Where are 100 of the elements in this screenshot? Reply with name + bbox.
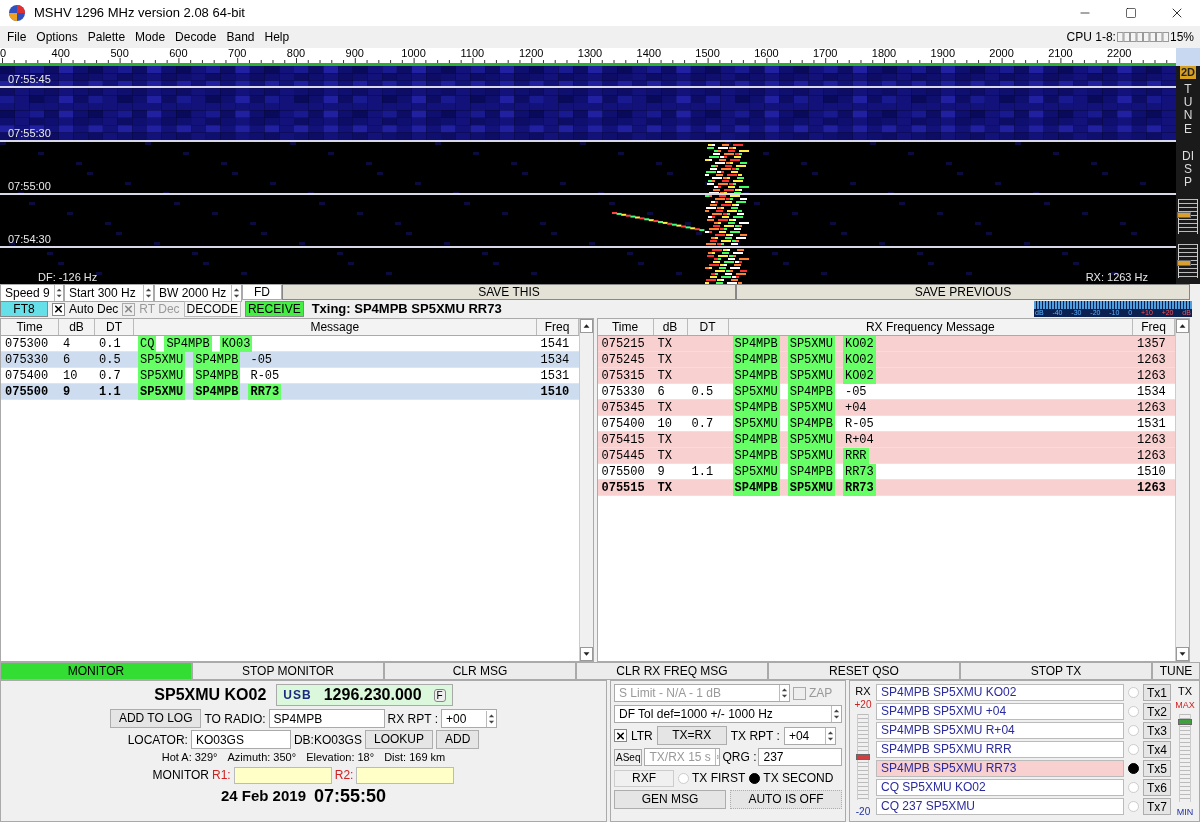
table-cell: 075515 xyxy=(601,481,645,495)
action-button[interactable]: CLR RX FREQ MSG xyxy=(576,662,768,680)
field-label: MONITOR xyxy=(152,767,210,784)
table-row[interactable]: 075330 6 0.5 SP5XMU SP4MPB -05 1534 xyxy=(597,384,1175,400)
table-row[interactable]: 075500 9 1.1 SP5XMU SP4MPB RR73 1510 xyxy=(1,384,579,400)
ltr-checkbox[interactable] xyxy=(614,729,627,742)
column-header[interactable]: dB xyxy=(653,319,688,335)
table-row[interactable]: 075345 TX SP4MPB SP5XMU +04 1263 xyxy=(597,400,1175,416)
tx-button[interactable]: Tx7 xyxy=(1143,797,1171,815)
action-button[interactable]: STOP MONITOR xyxy=(192,662,384,680)
slider-thumb[interactable] xyxy=(1177,211,1191,218)
scroll-up-icon[interactable] xyxy=(579,319,593,333)
table-row[interactable]: 075300 4 0.1 CQ SP4MPB KO03 1541 xyxy=(1,336,579,352)
save-this-button[interactable]: SAVE THIS xyxy=(282,284,736,300)
tune-button[interactable]: TUNE xyxy=(1182,83,1194,136)
menu-item[interactable]: Palette xyxy=(82,28,131,46)
rx-report-spinner[interactable]: +00 xyxy=(441,709,498,728)
display-mode-button[interactable]: 2D xyxy=(1179,66,1197,79)
add-button[interactable]: ADD xyxy=(435,730,480,749)
column-header[interactable]: Freq xyxy=(1133,319,1175,335)
fd-button[interactable]: FD xyxy=(242,284,282,300)
table-row[interactable]: 075400 10 0.7 SP5XMU SP4MPB R-05 1531 xyxy=(1,368,579,384)
column-header[interactable]: Time xyxy=(597,319,654,335)
column-header[interactable]: Time xyxy=(1,319,59,335)
tx-select-radio[interactable] xyxy=(1128,762,1139,774)
tx-message-field[interactable]: SP4MPB SP5XMU KO02 xyxy=(876,683,1124,701)
tx-message-field[interactable]: SP4MPB SP5XMU RR73 xyxy=(876,759,1124,777)
tx-message-field[interactable]: SP4MPB SP5XMU R+04 xyxy=(876,721,1124,739)
qrg-field[interactable]: 237 xyxy=(758,748,842,766)
display-button[interactable]: DISP xyxy=(1182,149,1194,190)
add-to-log-button[interactable]: ADD TO LOG xyxy=(109,709,202,728)
auto-sequence-button[interactable]: AUTO IS OFF xyxy=(730,790,842,809)
speed-spinner[interactable]: Speed 9 xyxy=(0,284,64,302)
tx-button[interactable]: Tx3 xyxy=(1143,721,1171,739)
auto-decode-checkbox[interactable] xyxy=(52,302,65,316)
start-spinner[interactable]: Start 300 Hz xyxy=(64,284,154,302)
tx-button[interactable]: Tx6 xyxy=(1143,778,1171,796)
lookup-button[interactable]: LOOKUP xyxy=(364,730,433,749)
table-row[interactable]: 075500 9 1.1 SP5XMU SP4MPB RR73 1510 xyxy=(597,464,1175,480)
tx-order-radio[interactable]: TX SECOND xyxy=(749,769,834,787)
generate-message-button[interactable]: GEN MSG xyxy=(614,790,726,809)
scroll-down-icon[interactable] xyxy=(1176,647,1189,661)
menu-item[interactable]: File xyxy=(2,28,32,46)
slider-thumb[interactable] xyxy=(1177,259,1191,266)
r1-field[interactable] xyxy=(233,766,332,784)
tx-report-spinner[interactable]: +04 xyxy=(783,726,836,745)
action-button[interactable]: STOP TX xyxy=(960,662,1152,680)
tx-equals-rx-button[interactable]: TX=RX xyxy=(656,726,727,745)
tx-order-radio[interactable]: TX FIRST xyxy=(678,769,746,787)
column-header[interactable]: dB xyxy=(59,319,95,335)
message-word: SP5XMU xyxy=(787,336,835,352)
table-row[interactable]: 075515 TX SP4MPB SP5XMU RR73 1263 xyxy=(597,480,1175,496)
save-previous-button[interactable]: SAVE PREVIOUS xyxy=(736,284,1190,300)
table-cell: 075315 xyxy=(601,369,645,383)
tx-message-field[interactable]: SP4MPB SP5XMU RRR xyxy=(876,740,1124,758)
table-row[interactable]: 075400 10 0.7 SP5XMU SP4MPB R-05 1531 xyxy=(597,416,1175,432)
action-button[interactable]: TUNE xyxy=(1152,662,1200,680)
tx-slider-label: TX xyxy=(1177,684,1193,699)
rx-gain-slider-thumb[interactable] xyxy=(856,753,870,760)
tx-button[interactable]: Tx5 xyxy=(1143,759,1171,777)
scroll-up-icon[interactable] xyxy=(1176,319,1189,333)
action-button[interactable]: CLR MSG xyxy=(384,662,576,680)
aseq-button[interactable]: ASeq xyxy=(614,748,643,766)
scroll-down-icon[interactable] xyxy=(579,647,593,661)
menu-item[interactable]: Decode xyxy=(170,28,222,46)
locator-field[interactable]: KO03GS xyxy=(190,730,291,749)
tx-message-field[interactable]: CQ 237 SP5XMU xyxy=(876,797,1124,815)
menu-item[interactable]: Mode xyxy=(130,28,171,46)
column-header[interactable]: DT xyxy=(687,319,729,335)
decode-button[interactable]: DECODE xyxy=(183,301,241,317)
tx-button[interactable]: Tx1 xyxy=(1143,683,1171,701)
mode-button[interactable]: FT8 xyxy=(0,301,48,317)
column-header[interactable]: RX Frequency Message xyxy=(728,319,1133,335)
action-button[interactable]: MONITOR xyxy=(0,662,192,680)
to-radio-field[interactable]: SP4MPB xyxy=(268,709,385,728)
action-button[interactable]: RESET QSO xyxy=(768,662,960,680)
r2-field[interactable] xyxy=(356,766,455,784)
bandwidth-spinner[interactable]: BW 2000 Hz xyxy=(154,284,242,302)
df-tolerance-spinner[interactable]: DF Tol def=1000 +/- 1000 Hz xyxy=(614,705,842,723)
table-cell: 1.1 xyxy=(99,385,121,399)
menu-item[interactable]: Band xyxy=(221,28,260,46)
tx-button[interactable]: Tx2 xyxy=(1143,702,1171,720)
tx-power-slider-thumb[interactable] xyxy=(1178,719,1192,726)
table-row[interactable]: 075330 6 0.5 SP5XMU SP4MPB -05 1534 xyxy=(1,352,579,368)
table-row[interactable]: 075315 TX SP4MPB SP5XMU KO02 1263 xyxy=(597,368,1175,384)
column-header[interactable]: DT xyxy=(95,319,134,335)
table-row[interactable]: 075215 TX SP4MPB SP5XMU KO02 1357 xyxy=(597,336,1175,352)
f-button[interactable]: F xyxy=(433,688,446,702)
table-row[interactable]: 075445 TX SP4MPB SP5XMU RRR 1263 xyxy=(597,448,1175,464)
tx-button[interactable]: Tx4 xyxy=(1143,740,1171,758)
tx-message-field[interactable]: CQ SP5XMU KO02 xyxy=(876,778,1124,796)
scale-corner-panel xyxy=(1176,48,1200,66)
waterfall-drawing[interactable] xyxy=(0,66,1176,284)
table-row[interactable]: 075415 TX SP4MPB SP5XMU R+04 1263 xyxy=(597,432,1175,448)
column-header[interactable]: Freq xyxy=(536,319,579,335)
column-header[interactable]: Message xyxy=(134,319,537,335)
menu-item[interactable]: Help xyxy=(259,28,295,46)
table-row[interactable]: 075245 TX SP4MPB SP5XMU KO02 1263 xyxy=(597,352,1175,368)
menu-item[interactable]: Options xyxy=(31,28,83,46)
tx-message-field[interactable]: SP4MPB SP5XMU +04 xyxy=(876,702,1124,720)
